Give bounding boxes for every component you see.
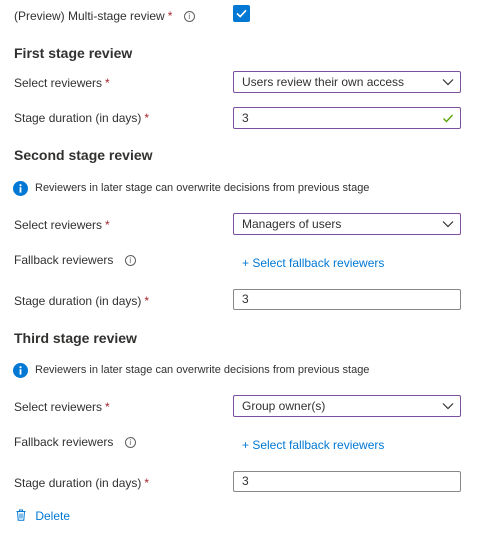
second-stage-info-text: Reviewers in later stage can overwrite d… (35, 182, 370, 194)
third-stage-reviewers-dropdown[interactable]: Group owner(s) (233, 395, 461, 417)
second-stage-fallback-label-row: Fallback reviewers i (14, 253, 136, 267)
info-icon[interactable]: i (124, 255, 136, 267)
required-mark: * (105, 218, 110, 232)
first-stage-reviewers-label-row: Select reviewers * (14, 76, 110, 90)
second-stage-duration-input[interactable]: 3 (233, 289, 461, 310)
third-stage-duration-label-row: Stage duration (in days) * (14, 476, 149, 490)
multistage-label-row: (Preview) Multi-stage review * i (14, 9, 195, 23)
first-stage-duration-input[interactable]: 3 (233, 107, 461, 129)
second-stage-reviewers-dropdown[interactable]: Managers of users (233, 213, 461, 235)
checkmark-icon (443, 114, 453, 123)
chevron-down-icon (442, 403, 454, 410)
first-stage-heading: First stage review (14, 45, 133, 61)
second-stage-reviewers-label-row: Select reviewers * (14, 218, 110, 232)
select-reviewers-label: Select reviewers (14, 218, 103, 232)
duration-value: 3 (242, 474, 249, 488)
first-stage-reviewers-dropdown[interactable]: Users review their own access (233, 71, 461, 93)
info-filled-icon (13, 181, 28, 196)
checkbox-checked-icon (236, 9, 247, 18)
duration-value: 3 (242, 292, 249, 306)
fallback-reviewers-label: Fallback reviewers (14, 253, 114, 267)
chevron-down-icon (442, 79, 454, 86)
info-icon[interactable]: i (124, 437, 136, 449)
select-reviewers-label: Select reviewers (14, 400, 103, 414)
third-stage-duration-input[interactable]: 3 (233, 471, 461, 492)
stage-duration-label: Stage duration (in days) (14, 111, 142, 125)
dropdown-value: Managers of users (242, 217, 342, 231)
dropdown-value: Users review their own access (242, 75, 405, 89)
third-stage-select-fallback-link[interactable]: + Select fallback reviewers (242, 438, 384, 452)
second-stage-duration-label-row: Stage duration (in days) * (14, 294, 149, 308)
fallback-reviewers-label: Fallback reviewers (14, 435, 114, 449)
multistage-checkbox[interactable] (233, 5, 250, 22)
third-stage-heading: Third stage review (14, 330, 137, 346)
delete-button[interactable]: Delete (16, 509, 70, 523)
select-reviewers-label: Select reviewers (14, 76, 103, 90)
second-stage-heading: Second stage review (14, 147, 153, 163)
info-icon[interactable]: i (183, 11, 195, 23)
stage-duration-label: Stage duration (in days) (14, 476, 142, 490)
required-mark: * (144, 294, 150, 308)
second-stage-select-fallback-link[interactable]: + Select fallback reviewers (242, 256, 384, 270)
required-mark: * (167, 9, 173, 23)
third-stage-fallback-label-row: Fallback reviewers i (14, 435, 136, 449)
multistage-label: (Preview) Multi-stage review (14, 9, 165, 23)
required-mark: * (144, 476, 150, 490)
first-stage-duration-label-row: Stage duration (in days) * (14, 111, 149, 125)
delete-label: Delete (35, 509, 71, 523)
info-filled-icon (13, 363, 28, 378)
duration-value: 3 (242, 111, 249, 125)
required-mark: * (105, 400, 110, 414)
third-stage-reviewers-label-row: Select reviewers * (14, 400, 110, 414)
trash-icon (16, 509, 26, 521)
required-mark: * (144, 111, 150, 125)
required-mark: * (105, 76, 110, 90)
stage-duration-label: Stage duration (in days) (14, 294, 142, 308)
dropdown-value: Group owner(s) (242, 399, 326, 413)
chevron-down-icon (442, 221, 454, 228)
third-stage-info-text: Reviewers in later stage can overwrite d… (35, 364, 370, 376)
